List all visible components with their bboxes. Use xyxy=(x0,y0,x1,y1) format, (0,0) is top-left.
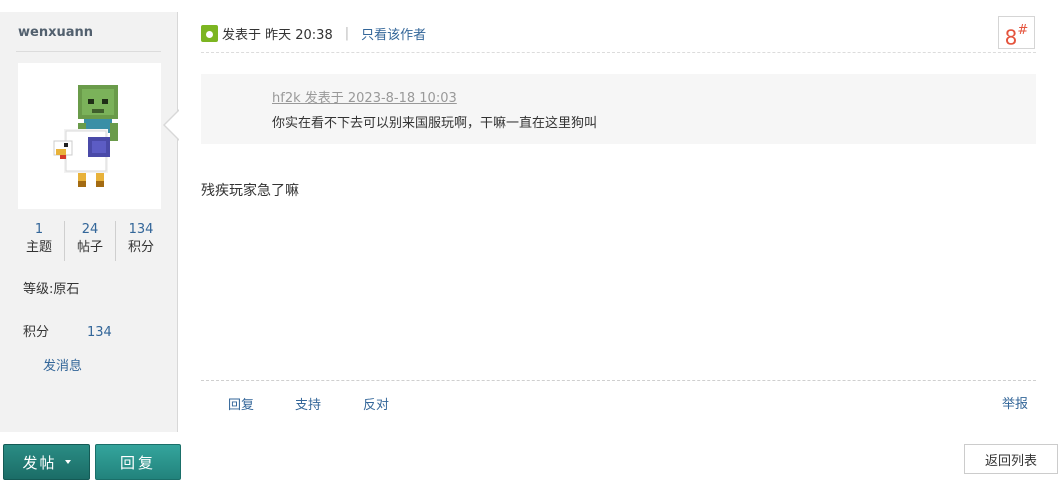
report-link[interactable]: 举报 xyxy=(1002,393,1028,412)
author-level: 等级:原石 xyxy=(23,282,80,297)
stat-threads[interactable]: 1 主题 xyxy=(14,221,65,261)
header-divider xyxy=(201,52,1036,53)
quote-text: 你实在看不下去可以别来国服玩啊，干嘛一直在这里狗叫 xyxy=(272,116,598,131)
reply-link[interactable]: 回复 xyxy=(228,394,254,413)
stat-posts[interactable]: 24 帖子 xyxy=(65,221,116,261)
footer-divider xyxy=(201,380,1036,381)
back-to-list-label: 返回列表 xyxy=(984,453,1037,469)
author-sidebar: wenxuann 1 主题 24 帖子 134 积分 等级:原石 积分 134 … xyxy=(0,12,178,432)
stat-points-value[interactable]: 134 xyxy=(116,221,166,238)
only-author-link[interactable]: 只看该作者 xyxy=(361,24,426,43)
send-message-link[interactable]: 发消息 xyxy=(43,355,82,374)
author-username[interactable]: wenxuann xyxy=(18,25,93,40)
new-post-button[interactable]: 发帖 xyxy=(3,444,90,480)
stat-threads-label: 主题 xyxy=(25,240,52,255)
author-points: 积分 134 xyxy=(23,321,112,340)
stat-posts-label: 帖子 xyxy=(76,240,103,255)
online-user-icon xyxy=(201,24,218,42)
oppose-link[interactable]: 反对 xyxy=(363,394,389,413)
avatar-image xyxy=(53,85,118,187)
floor-number[interactable]: 8# xyxy=(998,16,1035,50)
chevron-down-icon xyxy=(64,460,71,464)
back-to-list-button[interactable]: 返回列表 xyxy=(964,444,1058,474)
avatar[interactable] xyxy=(18,63,161,209)
divider xyxy=(16,51,161,52)
quote-block: hf2k 发表于 2023-8-18 10:03 你实在看不下去可以别来国服玩啊… xyxy=(201,74,1036,144)
points-label: 积分 xyxy=(23,325,50,340)
post-content: 残疾玩家急了嘛 xyxy=(201,183,299,199)
points-value: 134 xyxy=(87,325,112,340)
floor-hash: # xyxy=(1017,23,1029,38)
stat-threads-value[interactable]: 1 xyxy=(14,221,64,238)
author-stats: 1 主题 24 帖子 134 积分 xyxy=(14,221,166,261)
post-header: 发表于 昨天 20:38 | 只看该作者 xyxy=(201,22,426,44)
header-separator: | xyxy=(344,25,350,41)
reply-button[interactable]: 回复 xyxy=(95,444,181,480)
reply-button-label: 回复 xyxy=(119,453,156,472)
post-time: 发表于 昨天 20:38 xyxy=(222,27,333,43)
stat-points-label: 积分 xyxy=(127,240,154,255)
stat-points[interactable]: 134 积分 xyxy=(116,221,166,261)
stat-posts-value[interactable]: 24 xyxy=(65,221,115,238)
post-actions: 回复 支持 反对 xyxy=(228,394,389,413)
support-link[interactable]: 支持 xyxy=(295,394,321,413)
new-post-label: 发帖 xyxy=(22,453,57,472)
quote-author-link[interactable]: hf2k 发表于 2023-8-18 10:03 xyxy=(272,87,457,106)
floor-number-value: 8 xyxy=(1004,25,1018,50)
pointer-arrow-inner xyxy=(165,110,180,140)
